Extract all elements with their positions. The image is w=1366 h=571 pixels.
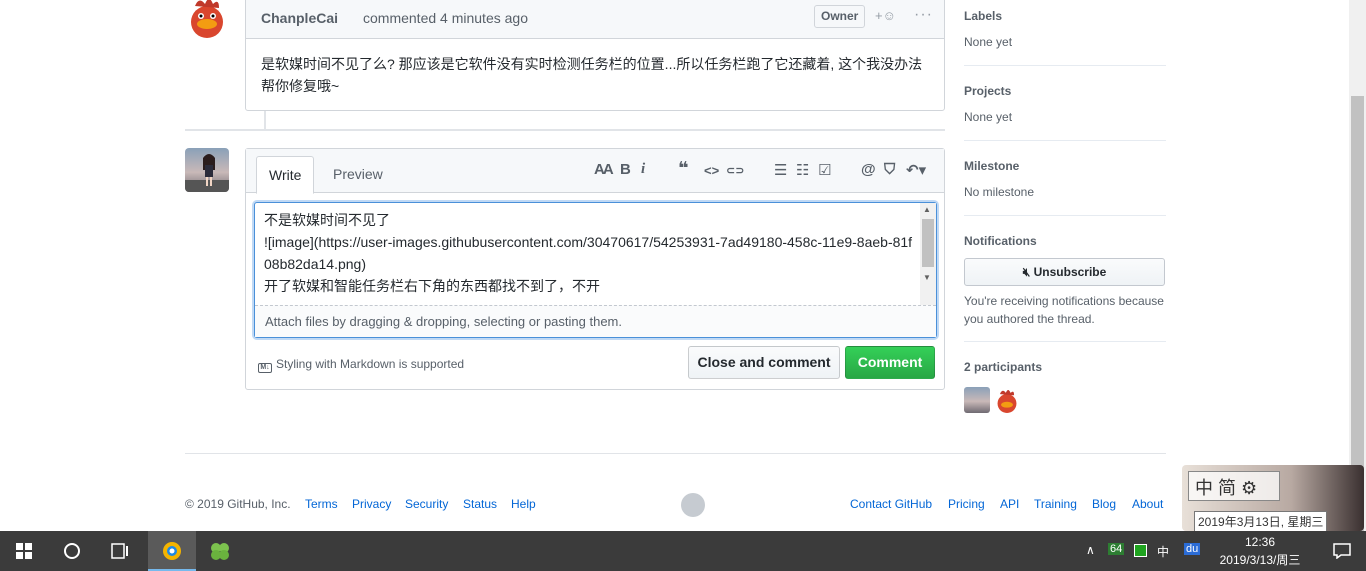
cortana-search-icon[interactable] xyxy=(48,531,96,571)
bold-icon[interactable]: B xyxy=(620,161,631,178)
footer-link-about[interactable]: About xyxy=(1132,497,1163,511)
participant-avatar[interactable] xyxy=(964,387,990,413)
tray-overflow-icon[interactable]: ∧ xyxy=(1086,543,1095,557)
labels-title[interactable]: Labels xyxy=(964,9,1166,23)
footer-link-terms[interactable]: Terms xyxy=(305,497,338,511)
labels-value: None yet xyxy=(964,35,1013,49)
markdown-note[interactable]: M↓ Styling with Markdown is supported xyxy=(258,357,464,373)
mute-icon: 🔇︎ xyxy=(1022,265,1031,279)
tab-preview[interactable]: Preview xyxy=(321,156,395,193)
notifications-reason: You're receiving notifications because y… xyxy=(964,294,1164,326)
tray-baidu-icon[interactable]: du xyxy=(1184,543,1201,555)
timeline-connector xyxy=(264,111,266,129)
sidebar-notifications: Notifications xyxy=(964,234,1166,248)
scrollbar-thumb[interactable] xyxy=(922,219,934,267)
sidebar-divider xyxy=(964,215,1166,216)
sidebar-labels: Labels None yet xyxy=(964,9,1166,49)
numbered-list-icon[interactable]: ☷ xyxy=(796,161,809,179)
editor-header: Write Preview AA B i ❝ <> ⊂⊃ ☰ ☷ ☑ @ ⛉ ↶… xyxy=(246,149,944,194)
comment-author[interactable]: ChanpleCai xyxy=(261,10,338,26)
comment-body: 是软媒时间不见了么? 那应该是它软件没有实时检测任务栏的位置...所以任务栏跑了… xyxy=(261,56,923,94)
comment-header: ChanpleCai commented 4 minutes ago Owner… xyxy=(246,0,944,39)
projects-value: None yet xyxy=(964,110,1013,124)
sidebar-divider xyxy=(964,140,1166,141)
unsubscribe-button[interactable]: 🔇︎ Unsubscribe xyxy=(964,258,1165,286)
quote-icon[interactable]: ❝ xyxy=(678,158,689,179)
scroll-down-icon[interactable]: ▼ xyxy=(923,273,931,282)
footer-link-api[interactable]: API xyxy=(1000,497,1019,511)
comment-textarea[interactable]: 不是软媒时间不见了 ![image](https://user-images.g… xyxy=(255,203,922,305)
github-logo-icon[interactable] xyxy=(681,493,705,517)
attach-files-area[interactable]: Attach files by dragging & dropping, sel… xyxy=(255,305,936,337)
mention-icon[interactable]: @ xyxy=(861,161,876,178)
sidebar-milestone: Milestone No milestone xyxy=(964,159,1166,199)
sidebar-divider xyxy=(964,65,1166,66)
header-text-icon[interactable]: AA xyxy=(594,161,614,178)
footer-link-privacy[interactable]: Privacy xyxy=(352,497,391,511)
start-windows-icon[interactable] xyxy=(0,531,48,571)
taskbar: ∧ 64 中 du 12:36 2019/3/13/周三 xyxy=(0,531,1366,571)
tray-input-language[interactable]: 中 xyxy=(1157,543,1169,560)
textarea-scrollbar[interactable]: ▲ ▼ xyxy=(920,203,936,305)
ime-widget[interactable]: 中 简 ⚙ 2019年3月13日, 星期三 xyxy=(1182,465,1364,532)
close-and-comment-button[interactable]: Close and comment xyxy=(688,346,840,379)
reference-icon[interactable]: ⛉ xyxy=(884,161,895,178)
task-view-icon[interactable] xyxy=(96,531,144,571)
notifications-title: Notifications xyxy=(964,234,1037,248)
footer-link-contact[interactable]: Contact GitHub xyxy=(850,497,932,511)
tray-64-icon[interactable]: 64 xyxy=(1108,543,1125,555)
comment-timestamp[interactable]: commented 4 minutes ago xyxy=(363,10,528,26)
unsubscribe-label: Unsubscribe xyxy=(1033,265,1107,279)
participants-title: 2 participants xyxy=(964,360,1043,374)
clover-app-icon[interactable] xyxy=(196,531,244,571)
tray-green-square-icon[interactable] xyxy=(1134,544,1147,557)
footer-link-pricing[interactable]: Pricing xyxy=(948,497,985,511)
comment-editor: Write Preview AA B i ❝ <> ⊂⊃ ☰ ☷ ☑ @ ⛉ ↶… xyxy=(245,148,945,390)
bulleted-list-icon[interactable]: ☰ xyxy=(774,161,787,179)
comment-textarea-wrapper: 不是软媒时间不见了 ![image](https://user-images.g… xyxy=(254,202,937,338)
scroll-up-icon[interactable]: ▲ xyxy=(923,205,931,214)
sidebar-participants: 2 participants xyxy=(964,360,1166,374)
markdown-icon: M↓ xyxy=(258,363,272,373)
task-list-icon[interactable]: ☑ xyxy=(818,161,831,179)
projects-title[interactable]: Projects xyxy=(964,84,1166,98)
italic-icon[interactable]: i xyxy=(641,161,645,178)
comment-card: ChanpleCai commented 4 minutes ago Owner… xyxy=(245,0,945,111)
browser-app-icon[interactable] xyxy=(148,531,196,571)
timeline-divider xyxy=(185,129,945,131)
milestone-title[interactable]: Milestone xyxy=(964,159,1166,173)
sidebar-projects: Projects None yet xyxy=(964,84,1166,124)
taskbar-clock[interactable]: 12:36 2019/3/13/周三 xyxy=(1213,533,1307,569)
current-user-avatar[interactable] xyxy=(185,148,229,192)
participant-avatar[interactable] xyxy=(994,387,1020,413)
tab-write[interactable]: Write xyxy=(256,156,315,194)
footer-link-blog[interactable]: Blog xyxy=(1092,497,1116,511)
action-center-icon[interactable] xyxy=(1318,531,1366,571)
ime-date-tooltip: 2019年3月13日, 星期三 xyxy=(1194,511,1328,532)
saved-replies-icon[interactable]: ↶▾ xyxy=(906,161,926,179)
footer-link-training[interactable]: Training xyxy=(1034,497,1077,511)
milestone-value: No milestone xyxy=(964,185,1035,199)
page-scrollbar[interactable] xyxy=(1349,0,1366,531)
owner-badge: Owner xyxy=(814,5,866,28)
ime-mode[interactable]: 中 简 ⚙ xyxy=(1188,471,1280,501)
code-icon[interactable]: <> xyxy=(704,163,719,178)
more-options-icon[interactable]: ··· xyxy=(914,6,933,24)
commenter-avatar[interactable] xyxy=(185,0,229,38)
footer-copyright: © 2019 GitHub, Inc. xyxy=(185,497,291,511)
footer-link-status[interactable]: Status xyxy=(463,497,497,511)
clock-time: 12:36 xyxy=(1244,535,1276,549)
footer-divider xyxy=(185,453,1166,454)
sidebar-divider xyxy=(964,341,1166,342)
add-reaction-icon[interactable]: +☺ xyxy=(875,8,896,23)
link-icon[interactable]: ⊂⊃ xyxy=(726,164,744,177)
footer-link-security[interactable]: Security xyxy=(405,497,448,511)
footer-link-help[interactable]: Help xyxy=(511,497,536,511)
markdown-note-text: Styling with Markdown is supported xyxy=(276,357,465,371)
comment-button[interactable]: Comment xyxy=(845,346,935,379)
clock-date: 2019/3/13/周三 xyxy=(1219,553,1301,567)
